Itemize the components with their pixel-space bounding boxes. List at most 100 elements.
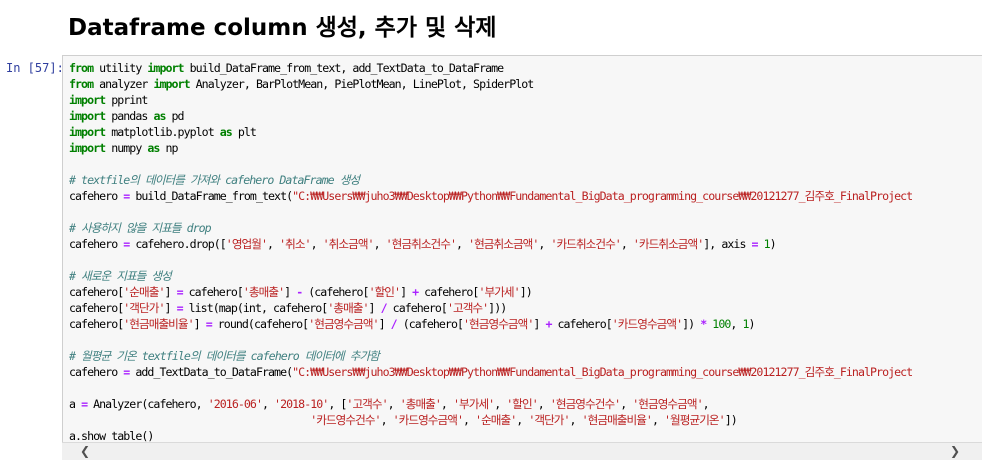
code-token: Analyzer, BarPlotMean, PiePlotMean, Line… [189,77,535,91]
code-token: "C:₩₩Users₩₩juho3₩₩Desktop₩₩Python₩₩Fund… [292,365,913,379]
scroll-left-icon[interactable]: ❮ [76,443,94,460]
code-token: as [153,109,166,123]
code-token: ) [769,237,777,251]
code-token: import [69,109,106,123]
code-token: numpy [105,141,148,155]
code-token: , [620,397,633,411]
code-token: '순매출' [475,413,517,427]
code-token: from [69,61,94,75]
horizontal-scrollbar[interactable]: ❮ ❯ [62,442,982,460]
code-line: import pandas as pd [69,108,982,124]
code-token: , [373,237,386,251]
code-token: '월평균기온' [664,413,726,427]
code-token: ])) [488,301,507,315]
code-token: '취소금액' [322,237,375,251]
code-token: ) [748,317,755,331]
code-token: , [537,397,550,411]
code-token: as [147,141,160,155]
code-token: np [159,141,178,155]
code-token: '순매출' [123,285,165,299]
code-token: cafehero[ [69,285,124,299]
code-token: plt [231,125,257,139]
code-token: '카드영수건수' [310,413,381,427]
code-token: , [462,413,476,427]
code-token: '현금매출비율' [581,413,653,427]
code-line: import matplotlib.pyplot as plt [69,124,982,140]
code-token: from [69,77,94,91]
code-line: from analyzer import Analyzer, BarPlotMe… [69,76,982,92]
code-token: ] [164,285,177,299]
code-token: , [702,397,710,411]
code-token: (cafehero[ [396,317,464,331]
code-token: , [730,317,743,331]
scrollbar-track[interactable] [98,446,942,457]
code-token: '현금취소건수' [385,237,457,251]
code-line: '카드영수건수', '카드영수금액', '순매출', '객단가', '현금매출비… [69,412,982,428]
code-line: # 새로운 지표들 생성 [69,268,982,284]
code-block[interactable]: from utility import build_DataFrame_from… [69,60,982,444]
code-token: import [147,61,184,75]
code-token: build_DataFrame_from_text( [129,189,293,203]
code-token: cafehero [69,237,124,251]
code-token: import [69,141,106,155]
scroll-right-icon[interactable]: ❯ [946,443,964,460]
code-token: '2016-06' [207,397,263,411]
code-token: '객단가' [528,413,570,427]
code-token: , [440,397,453,411]
code-token: '카드영수금액' [392,413,464,427]
code-line: cafehero = build_DataFrame_from_text("C:… [69,188,982,204]
code-token: , [267,237,280,251]
code-token: pd [165,109,185,123]
code-token: "C:₩₩Users₩₩juho3₩₩Desktop₩₩Python₩₩Fund… [292,189,913,203]
code-token: '현금영수건수' [549,397,621,411]
code-token: , [651,413,665,427]
code-token: pprint [105,93,148,107]
section-heading: Dataframe column 생성, 추가 및 삭제 [68,15,497,41]
code-token: '총매출' [399,397,442,411]
input-prompt: In [57]: [6,61,64,75]
code-token: cafehero[ [551,317,612,331]
code-token: ]) [682,317,701,331]
code-token: 100 [712,317,731,331]
code-token: import [69,93,106,107]
code-token: '카드영수금액' [611,317,683,331]
code-token: cafehero[ [182,285,244,299]
code-token: cafehero [69,365,124,379]
code-token: '취소' [279,237,311,251]
code-token: '현금영수금액' [463,317,534,331]
code-token: cafehero[ [69,317,124,331]
code-token: '고객수' [346,397,388,411]
code-token: ] [400,285,413,299]
code-token: , [ [328,397,347,411]
code-token: matplotlib.pyplot [105,125,220,139]
code-token: ]) [724,413,738,427]
code-token: cafehero.drop([ [129,237,226,251]
code-token: add_TextData_to_DataFrame( [129,365,293,379]
code-token: '할인' [506,397,538,411]
code-token: ] [193,317,206,331]
code-token: , [494,397,507,411]
code-token: '현금취소금액' [468,237,539,251]
code-line: cafehero['순매출'] = cafehero['총매출'] - (caf… [69,284,982,300]
code-token: ] [164,301,177,315]
code-token: '현금영수금액' [632,397,703,411]
code-token: list(map(int, cafehero[ [182,301,329,315]
code-token: '총매출' [242,285,285,299]
code-token: , [387,397,400,411]
code-cell-editor[interactable]: from utility import build_DataFrame_from… [62,55,982,460]
code-token: pandas [105,109,154,123]
code-token: '현금영수금액' [308,317,379,331]
code-token: import [69,125,106,139]
code-line: # 월평균 기온 textfile의 데이터를 cafehero 데이터에 추가… [69,348,982,364]
code-token: analyzer [93,77,154,91]
code-token: cafehero[ [69,301,124,315]
code-token: # 사용하지 않을 지표들 drop [69,221,212,235]
code-line: cafehero['현금매출비율'] = round(cafehero['현금영… [69,316,982,332]
code-line: import pprint [69,92,982,108]
code-line: # textfile의 데이터를 가져와 cafehero DataFrame … [69,172,982,188]
code-token: a.show_table() [69,429,154,443]
code-token: ] [533,317,546,331]
